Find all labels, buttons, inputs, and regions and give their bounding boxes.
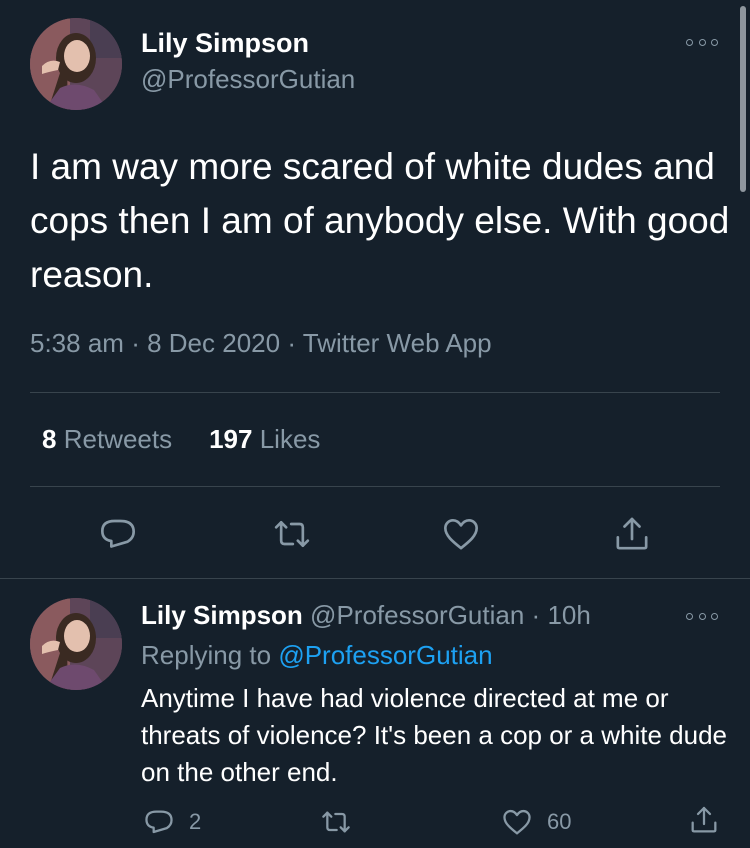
scrollbar[interactable] [740, 6, 746, 192]
like-button[interactable]: 60 [501, 806, 571, 838]
reply-header: Lily Simpson @ProfessorGutian · 10h [141, 600, 591, 631]
replying-to-label: Replying to [141, 640, 272, 670]
share-icon [616, 517, 648, 550]
divider [30, 486, 720, 487]
retweets-stat[interactable]: 8 Retweets [42, 424, 172, 455]
share-icon [691, 806, 717, 833]
retweet-icon [322, 811, 350, 833]
reply-age[interactable]: 10h [547, 600, 590, 630]
retweets-count: 8 [42, 424, 57, 454]
retweet-button[interactable] [272, 514, 312, 554]
likes-count: 197 [209, 424, 253, 454]
reply-count: 2 [189, 809, 202, 834]
tweet-meta: 5:38 am · 8 Dec 2020 · Twitter Web App [30, 328, 492, 359]
tweet-date[interactable]: 8 Dec 2020 [147, 328, 280, 358]
divider [30, 392, 720, 393]
header-separator: · [531, 600, 541, 630]
like-count: 60 [547, 809, 572, 834]
tweet-text: I am way more scared of white dudes and … [30, 146, 730, 295]
tweet-time[interactable]: 5:38 am [30, 328, 124, 358]
reply-text: Anytime I have had violence directed at … [141, 683, 728, 787]
avatar-photo [30, 598, 122, 690]
reply-icon [145, 810, 173, 834]
reply-author-name[interactable]: Lily Simpson [141, 600, 303, 630]
reply-icon [101, 519, 135, 548]
share-button[interactable] [688, 804, 720, 836]
retweet-button[interactable] [320, 806, 352, 838]
reply-button[interactable]: 2 [143, 806, 201, 838]
author-handle[interactable]: @ProfessorGutian [141, 64, 355, 95]
likes-stat[interactable]: 197 Likes [209, 424, 320, 455]
replying-to: Replying to @ProfessorGutian [141, 640, 493, 671]
likes-label: Likes [259, 424, 321, 454]
more-icon[interactable] [686, 36, 718, 48]
reply-author-handle[interactable]: @ProfessorGutian [310, 600, 524, 630]
like-icon [503, 809, 531, 835]
replying-to-handle[interactable]: @ProfessorGutian [278, 640, 492, 670]
tweet-source[interactable]: Twitter Web App [303, 328, 492, 358]
avatar-photo [30, 18, 122, 110]
avatar[interactable] [30, 18, 122, 110]
reply-avatar[interactable] [30, 598, 122, 690]
meta-separator: · [131, 328, 140, 358]
like-icon [444, 519, 478, 550]
share-button[interactable] [612, 514, 652, 554]
retweet-icon [274, 521, 310, 547]
like-button[interactable] [441, 514, 481, 554]
divider [0, 578, 750, 579]
retweets-label: Retweets [63, 424, 173, 454]
meta-separator: · [287, 328, 296, 358]
more-icon[interactable] [686, 610, 718, 622]
reply-button[interactable] [98, 514, 138, 554]
author-name[interactable]: Lily Simpson [141, 28, 309, 59]
tweet-stats: 8 Retweets 197 Likes [42, 424, 320, 455]
